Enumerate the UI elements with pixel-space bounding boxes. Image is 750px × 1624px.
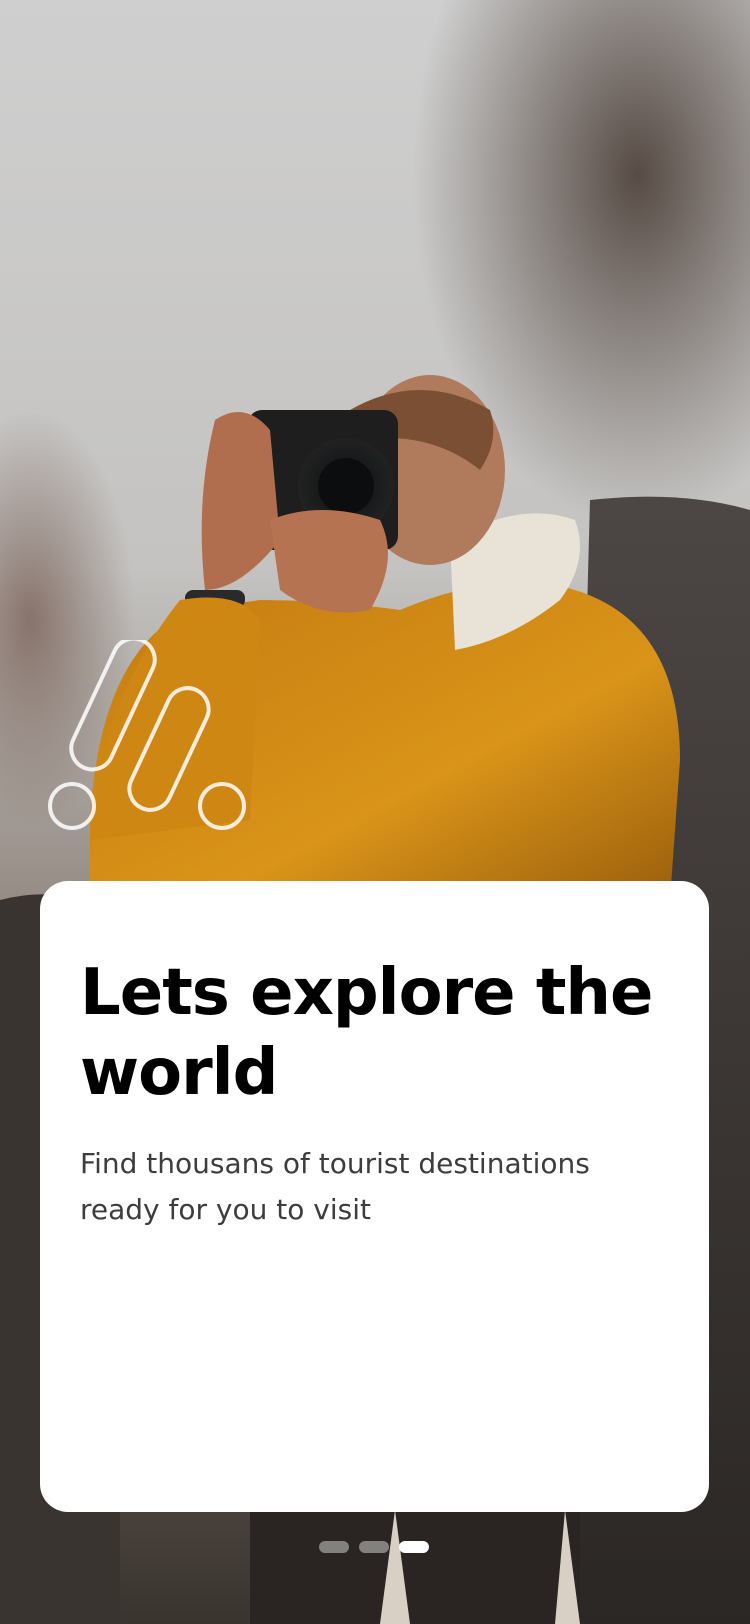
wave-pill-logo-icon [40,636,250,840]
page-dot-3[interactable] [399,1541,429,1553]
onboarding-subtitle: Find thousans of tourist destinations re… [80,1147,590,1226]
page-indicator [319,1541,429,1553]
page-dot-2[interactable] [359,1541,389,1553]
onboarding-title: Lets explore the world [80,956,653,1110]
onboarding-card: Lets explore the world Find thousans of … [40,881,709,1512]
page-dot-1[interactable] [319,1541,349,1553]
